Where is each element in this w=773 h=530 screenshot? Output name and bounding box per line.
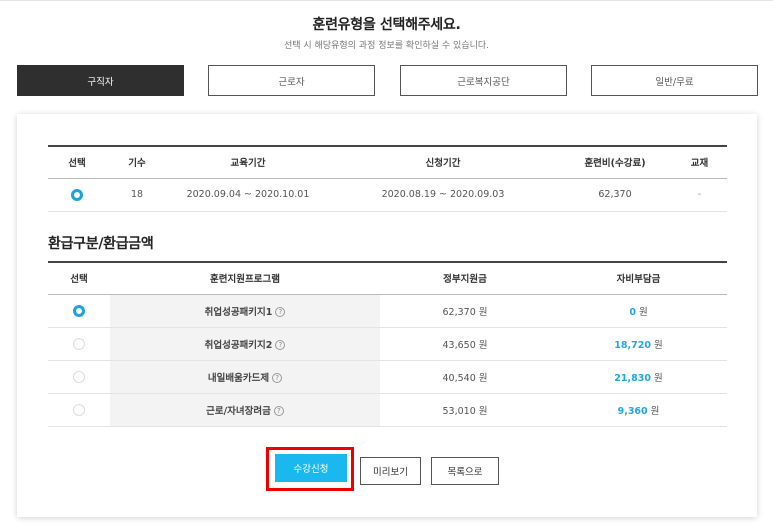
currency-unit: 원: [478, 339, 488, 351]
self-amount: 9,360: [617, 405, 648, 417]
gov-amount: 62,370: [442, 306, 476, 318]
self-amount: 18,720: [614, 339, 651, 351]
table-row: 취업성공패키지1? 62,370 원 0원: [48, 294, 727, 328]
help-icon[interactable]: ?: [275, 340, 286, 350]
tab-job-seeker[interactable]: 구직자: [17, 65, 184, 96]
apply-period-value: 2020.08.19 ~ 2020.09.03: [328, 178, 558, 212]
refund-table-header: 선택 훈련지원프로그램 정부지원금 자비부담금: [48, 262, 727, 295]
currency-unit: 원: [638, 306, 648, 318]
program-name: 내일배움카드제: [207, 372, 270, 384]
page-header: 훈련유형을 선택해주세요. 선택 시 해당유형의 과정 정보를 확인하실 수 있…: [0, 14, 773, 51]
program-name: 근로/자녀장려금: [206, 405, 271, 417]
help-icon[interactable]: ?: [275, 307, 286, 317]
textbook-value: -: [672, 178, 727, 212]
refund-section-title: 환급구분/환급금액: [48, 236, 154, 252]
self-amount: 0: [629, 306, 636, 318]
fee-value: 62,370: [558, 178, 672, 212]
currency-unit: 원: [478, 306, 488, 318]
apply-button[interactable]: 수강신청: [275, 454, 347, 482]
col-fee: 훈련비(수강료): [558, 146, 672, 179]
refund-radio[interactable]: [73, 337, 85, 350]
round-value: 18: [106, 178, 168, 212]
self-amount: 21,830: [614, 372, 651, 384]
help-icon[interactable]: ?: [273, 406, 284, 416]
session-table-header: 선택 기수 교육기간 신청기간 훈련비(수강료) 교재: [48, 146, 727, 179]
training-type-tabs: 구직자 근로자 근로복지공단 일반/무료: [17, 65, 759, 96]
session-table: 선택 기수 교육기간 신청기간 훈련비(수강료) 교재 18 2020.09.0…: [48, 145, 727, 212]
program-name: 취업성공패키지2: [204, 339, 273, 351]
gov-amount: 40,540: [442, 372, 476, 384]
tab-welfare-corp[interactable]: 근로복지공단: [400, 65, 567, 96]
tab-general-free[interactable]: 일반/무료: [591, 65, 758, 96]
gov-amount: 53,010: [442, 405, 476, 417]
currency-unit: 원: [653, 372, 663, 384]
top-divider: [0, 0, 773, 1]
course-panel: 선택 기수 교육기간 신청기간 훈련비(수강료) 교재 18 2020.09.0…: [17, 114, 757, 517]
col-self-pay: 자비부담금: [550, 262, 727, 295]
col-apply-period: 신청기간: [328, 146, 558, 179]
currency-unit: 원: [478, 372, 488, 384]
currency-unit: 원: [478, 405, 488, 417]
page-title: 훈련유형을 선택해주세요.: [312, 17, 461, 33]
table-row: 근로/자녀장려금? 53,010 원 9,360 원: [48, 393, 727, 427]
refund-radio[interactable]: [73, 304, 85, 317]
page-subtitle: 선택 시 해당유형의 과정 정보를 확인하실 수 있습니다.: [283, 41, 490, 51]
help-icon[interactable]: ?: [272, 373, 283, 383]
currency-unit: 원: [650, 405, 660, 417]
col-gov-support: 정부지원금: [380, 262, 550, 295]
col-program: 훈련지원프로그램: [110, 262, 380, 295]
refund-radio[interactable]: [73, 370, 85, 383]
table-row: 취업성공패키지2? 43,650 원 18,720 원: [48, 327, 727, 361]
refund-table: 선택 훈련지원프로그램 정부지원금 자비부담금 취업성공패키지1? 62,370…: [48, 261, 727, 427]
session-radio[interactable]: [71, 188, 83, 201]
col-textbook: 교재: [672, 146, 727, 179]
col-edu-period: 교육기간: [168, 146, 328, 179]
col-select: 선택: [48, 146, 106, 179]
table-row: 내일배움카드제? 40,540 원 21,830 원: [48, 360, 727, 394]
program-name: 취업성공패키지1: [204, 306, 273, 318]
back-to-list-button[interactable]: 목록으로: [431, 457, 499, 485]
preview-button[interactable]: 미리보기: [360, 457, 421, 485]
col-select: 선택: [48, 262, 110, 295]
tab-worker[interactable]: 근로자: [208, 65, 375, 96]
refund-radio[interactable]: [73, 403, 85, 416]
currency-unit: 원: [653, 339, 663, 351]
gov-amount: 43,650: [442, 339, 476, 351]
edu-period-value: 2020.09.04 ~ 2020.10.01: [168, 178, 328, 212]
col-round: 기수: [106, 146, 168, 179]
table-row: 18 2020.09.04 ~ 2020.10.01 2020.08.19 ~ …: [48, 178, 727, 212]
